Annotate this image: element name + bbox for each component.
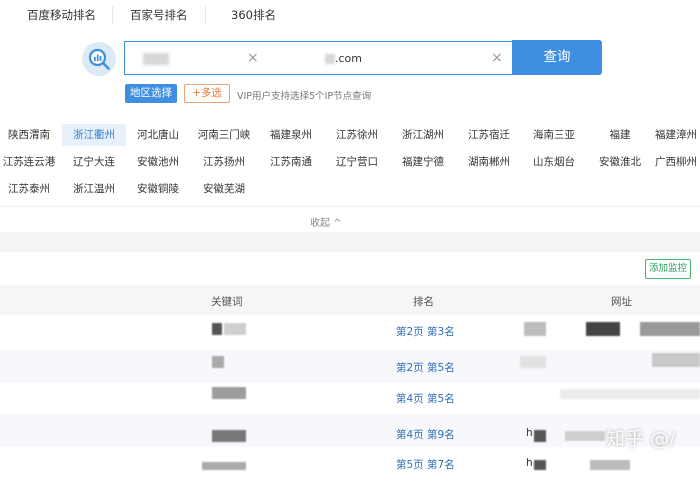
column-keyword: 关键词 [211,296,243,308]
redacted-url [652,353,700,367]
redacted-url [524,322,546,336]
tab-baidu-mobile-rank[interactable]: 百度移动排名 [27,7,96,23]
region-item[interactable]: 福建 [588,124,652,146]
region-item[interactable]: 陕西渭南 [0,124,61,146]
region-item[interactable]: 辽宁大连 [62,151,126,173]
region-item[interactable]: 山东烟台 [522,151,586,173]
region-item[interactable]: 福建宁德 [391,151,455,173]
multi-select-button[interactable]: +多选 [184,84,230,103]
region-item[interactable]: 河南三门峡 [192,124,256,146]
rank-value[interactable]: 第4页 第5名 [396,391,455,406]
region-item[interactable]: 湖南郴州 [457,151,521,173]
tab-360-rank[interactable]: 360排名 [231,7,276,23]
domain-input[interactable]: .com × [267,41,513,75]
redacted-domain [325,54,335,64]
rank-value[interactable]: 第2页 第5名 [396,360,455,375]
query-button[interactable]: 查询 [512,40,602,75]
region-item[interactable]: 江苏扬州 [192,151,256,173]
redacted-url [560,389,700,399]
zhihu-watermark: 知乎 @/ [606,428,676,450]
clear-domain-icon[interactable]: × [491,50,503,66]
column-url: 网址 [611,296,632,308]
region-item[interactable]: 海南三亚 [522,124,586,146]
domain-value: .com [335,52,362,65]
region-item[interactable]: 福建泉州 [259,124,323,146]
table-row: 第2页 第3名 [0,315,700,348]
redacted-url [586,322,620,336]
region-item[interactable]: 辽宁营口 [325,151,389,173]
redacted-keyword [202,462,246,470]
collapse-toggle[interactable]: 收起 ^ [310,214,342,229]
region-item[interactable]: 江苏宿迁 [457,124,521,146]
redacted-keyword [224,323,246,335]
redacted-url [590,460,630,470]
region-item[interactable]: 安徽淮北 [588,151,652,173]
redacted-keyword [212,323,222,335]
tab-divider [205,6,206,24]
column-rank: 排名 [413,296,434,308]
region-item[interactable]: 浙江温州 [62,178,126,200]
region-item[interactable]: 安徽池州 [126,151,190,173]
tab-divider [112,6,113,24]
region-item[interactable]: 福建漳州 [655,124,700,146]
redacted-keyword [212,430,246,442]
redacted-url [520,356,546,368]
keyword-input[interactable]: × [124,41,268,75]
region-item[interactable]: 江苏南通 [259,151,323,173]
table-row: 第2页 第5名 [0,350,700,383]
region-divider [0,206,700,207]
table-row: 第4页 第9名 h [0,414,700,447]
url-prefix: h [526,427,533,439]
vip-note: VIP用户支持选择5个IP节点查询 [237,91,372,102]
region-item[interactable]: 广西柳州 [655,151,700,173]
region-item[interactable]: 江苏泰州 [0,178,61,200]
results-table-header: 关键词 排名 网址 [0,285,700,315]
top-tab-bar: 百度移动排名 百家号排名 360排名 [0,0,700,30]
region-select-button[interactable]: 地区选择 [125,84,177,103]
tab-baijiahao-rank[interactable]: 百家号排名 [130,7,188,23]
url-prefix: h [526,457,533,469]
redacted-url [565,431,605,441]
add-monitor-button[interactable]: 添加监控 [645,259,691,279]
region-item[interactable]: 河北唐山 [126,124,190,146]
rank-value[interactable]: 第4页 第9名 [396,427,455,442]
region-item[interactable]: 江苏连云港 [0,151,61,173]
region-item[interactable]: 安徽铜陵 [126,178,190,200]
redacted-url [640,322,700,336]
redacted-keyword [212,356,224,368]
section-gap [0,232,700,252]
redacted-url [534,430,546,442]
region-item[interactable]: 安徽芜湖 [192,178,256,200]
redacted-url [534,460,546,470]
redacted-keyword [212,387,246,399]
table-row: 第4页 第5名 [0,381,700,414]
table-row: 第5页 第7名 h [0,448,700,481]
region-item[interactable]: 江苏徐州 [325,124,389,146]
rank-value[interactable]: 第2页 第3名 [396,324,455,339]
clear-keyword-icon[interactable]: × [247,50,259,66]
region-item[interactable]: 浙江湖州 [391,124,455,146]
rank-search-icon [82,42,116,76]
region-item-active[interactable]: 浙江衢州 [62,124,126,146]
redacted-keyword [143,53,169,65]
